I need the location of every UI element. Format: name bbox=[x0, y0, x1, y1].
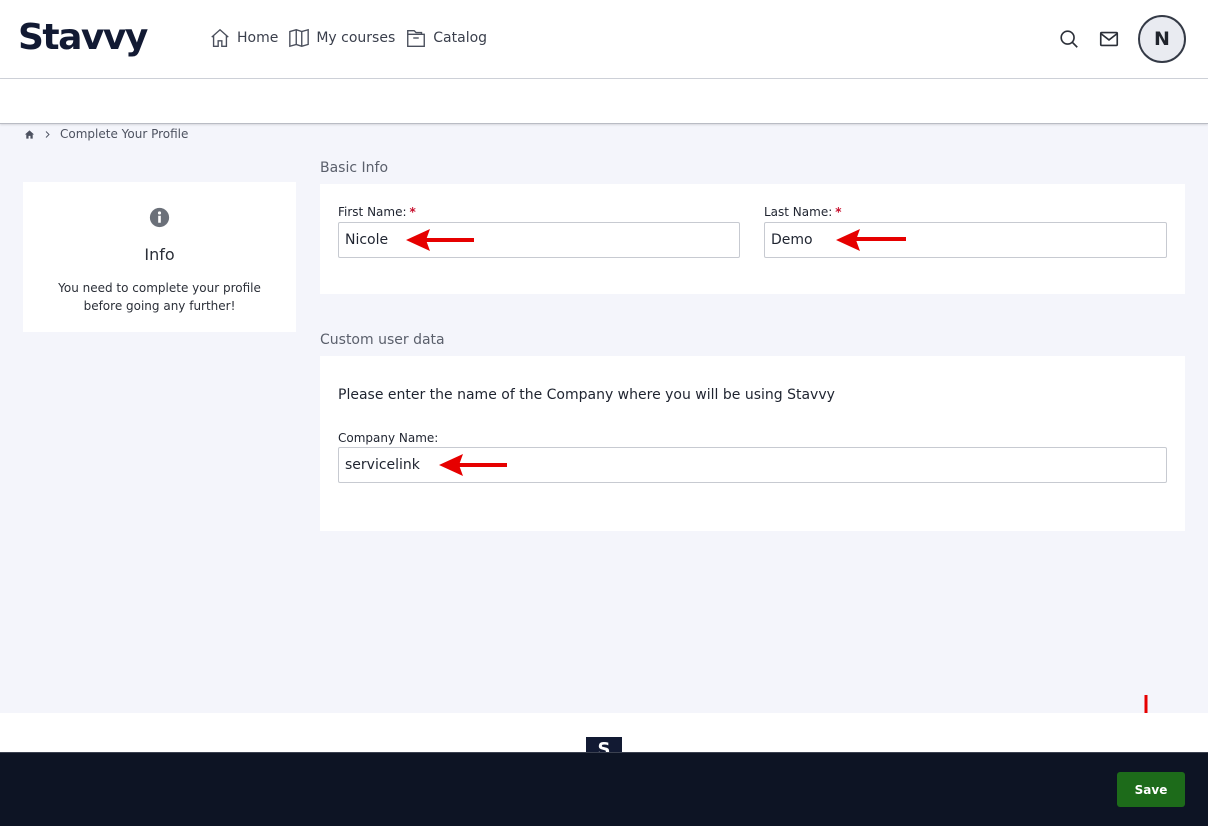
first-name-input[interactable] bbox=[338, 222, 740, 258]
nav-my-courses-label: My courses bbox=[316, 30, 396, 46]
company-name-label: Company Name: bbox=[338, 431, 439, 445]
last-name-label: Last Name: * bbox=[764, 205, 842, 219]
last-name-input[interactable] bbox=[764, 222, 1167, 258]
nav-home-label: Home bbox=[237, 30, 279, 46]
book-icon bbox=[289, 28, 310, 48]
custom-data-title: Custom user data bbox=[320, 332, 445, 348]
custom-data-panel: Please enter the name of the Company whe… bbox=[320, 356, 1185, 531]
required-mark: * bbox=[835, 205, 842, 219]
user-avatar[interactable]: N bbox=[1138, 15, 1186, 63]
home-icon bbox=[211, 28, 229, 47]
info-message: You need to complete your profile before… bbox=[58, 281, 261, 313]
info-title: Info bbox=[144, 245, 175, 264]
last-name-label-text: Last Name: bbox=[764, 205, 833, 219]
mail-icon[interactable] bbox=[1098, 28, 1120, 50]
info-icon bbox=[149, 207, 170, 228]
nav-catalog-label: Catalog bbox=[433, 30, 488, 46]
top-header: Stavvy Home My courses Catalog N bbox=[0, 0, 1208, 79]
main-nav: Home My courses Catalog bbox=[209, 26, 487, 50]
first-name-label: First Name: * bbox=[338, 205, 416, 219]
stavvy-logo[interactable]: Stavvy bbox=[18, 14, 148, 62]
breadcrumb: Complete Your Profile bbox=[24, 127, 188, 141]
search-icon[interactable] bbox=[1058, 28, 1080, 50]
info-card: Info You need to complete your profile b… bbox=[23, 182, 296, 332]
chevron-right-icon bbox=[45, 130, 50, 138]
save-button[interactable]: Save bbox=[1117, 772, 1185, 807]
home-icon[interactable] bbox=[24, 129, 35, 140]
nav-catalog[interactable]: Catalog bbox=[405, 26, 487, 50]
sub-header-band bbox=[0, 79, 1208, 124]
company-name-input[interactable] bbox=[338, 447, 1167, 483]
nav-my-courses[interactable]: My courses bbox=[288, 26, 395, 50]
bottom-action-bar: Save bbox=[0, 752, 1208, 826]
basic-info-panel: First Name:* Last Name:* bbox=[320, 184, 1185, 294]
company-description: Please enter the name of the Company whe… bbox=[338, 387, 835, 403]
required-mark: * bbox=[409, 205, 416, 219]
basic-info-title: Basic Info bbox=[320, 160, 389, 176]
breadcrumb-current: Complete Your Profile bbox=[60, 127, 189, 141]
catalog-icon bbox=[407, 29, 426, 47]
header-actions: N bbox=[1058, 15, 1186, 63]
first-name-label-text: First Name: bbox=[338, 205, 407, 219]
nav-home[interactable]: Home bbox=[209, 26, 278, 50]
